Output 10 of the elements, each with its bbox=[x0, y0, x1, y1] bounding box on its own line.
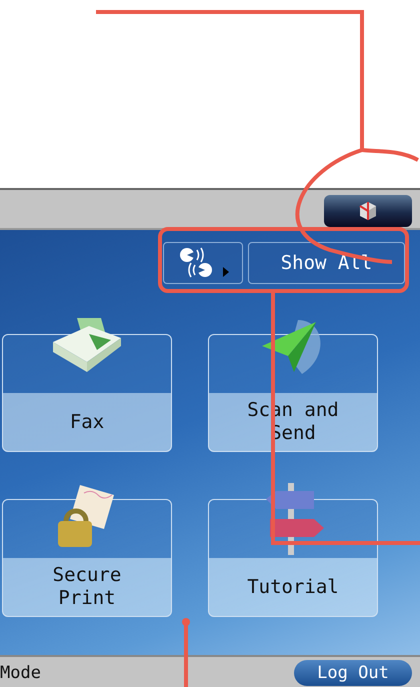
function-button[interactable]: Secure Print bbox=[2, 499, 172, 617]
mode-label: Mode bbox=[0, 663, 41, 683]
voice-shortcut-button[interactable] bbox=[163, 242, 243, 284]
leader-line bbox=[182, 618, 190, 687]
cube-icon bbox=[359, 201, 377, 221]
triangle-icon bbox=[223, 267, 229, 277]
status-button[interactable] bbox=[324, 195, 412, 227]
function-button[interactable]: Fax bbox=[2, 334, 172, 452]
function-button[interactable]: Tutorial bbox=[208, 499, 378, 617]
log-out-button[interactable]: Log Out bbox=[294, 660, 412, 686]
